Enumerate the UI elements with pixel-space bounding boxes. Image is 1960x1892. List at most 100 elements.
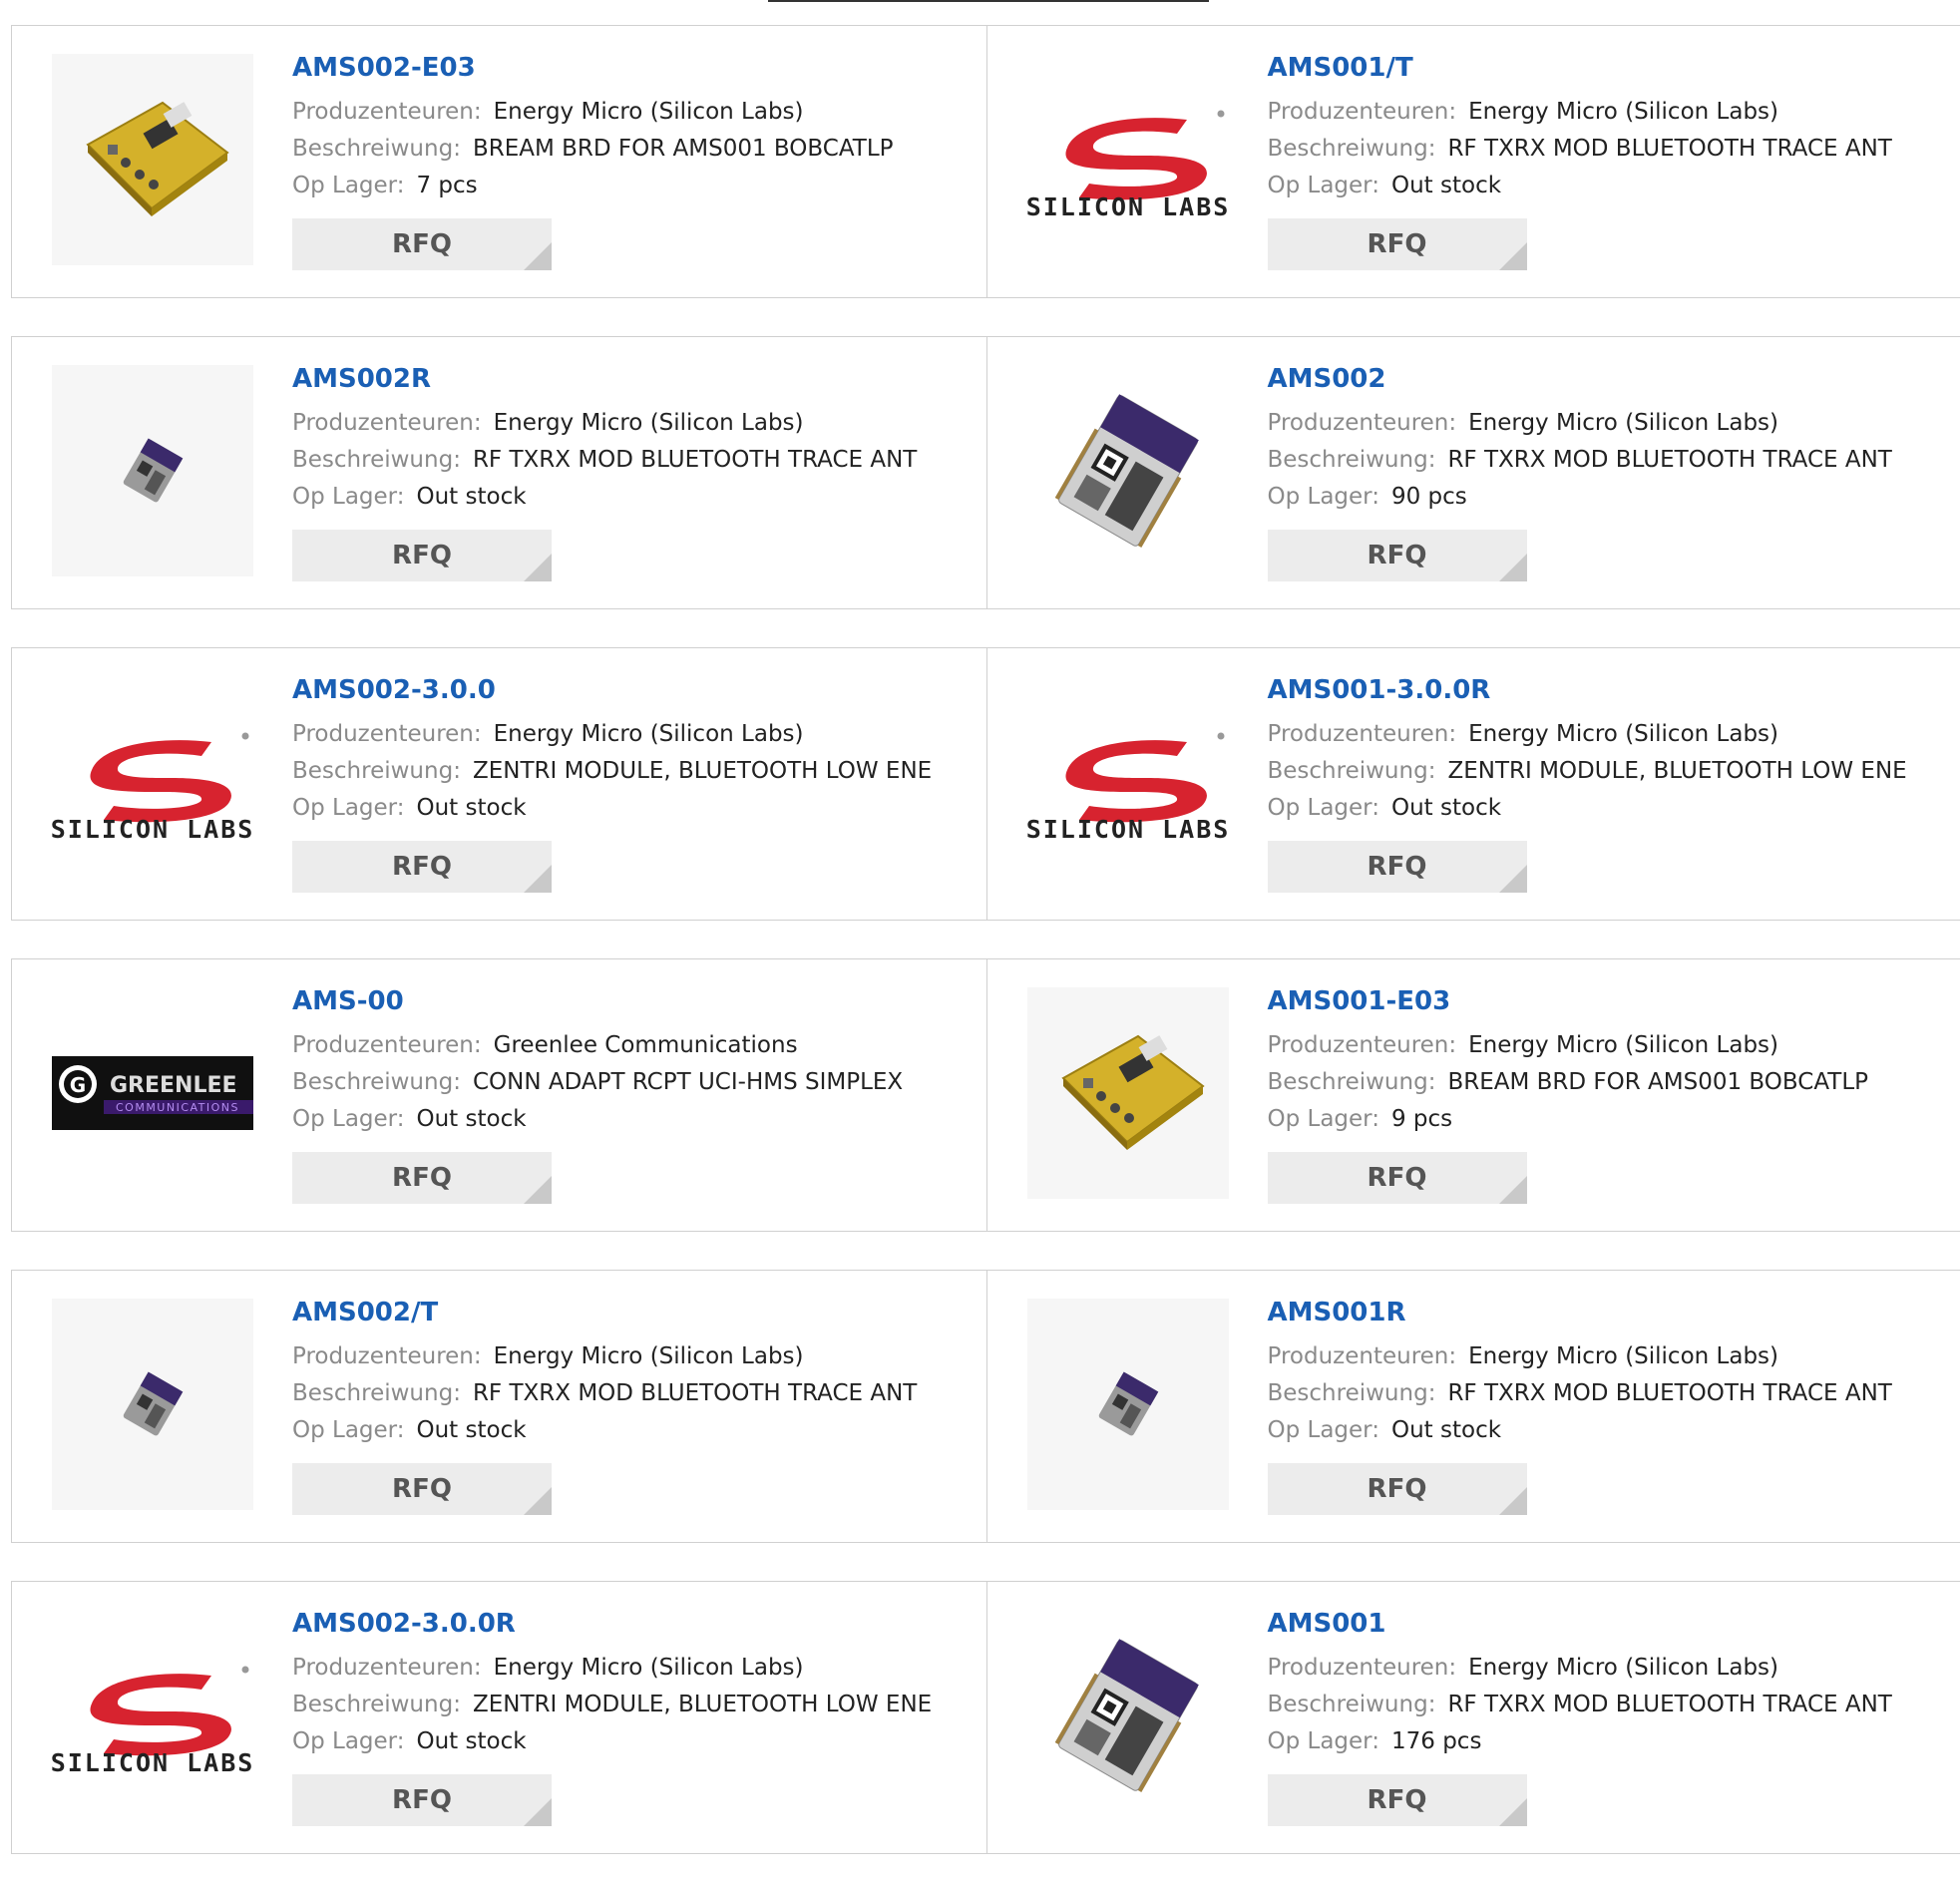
manufacturer-line: Produzenteuren:Energy Micro (Silicon Lab… [1268, 716, 1907, 753]
product-card: SILICON LABS AMS002-3.0.0R Produzenteure… [12, 1582, 986, 1853]
product-card: AMS002R Produzenteuren:Energy Micro (Sil… [12, 337, 986, 608]
rfq-corner-decoration [524, 554, 552, 581]
part-number-link[interactable]: AMS002/T [292, 1295, 917, 1330]
product-card: AMS002-E03 Produzenteuren: Energy Micro (… [12, 26, 986, 297]
description-label: Beschreiwung: [292, 1380, 461, 1406]
product-image[interactable]: SILICON LABS [52, 676, 253, 888]
manufacturer-value: Energy Micro (Silicon Labs) [494, 99, 804, 125]
manufacturer-line: Produzenteuren: Energy Micro (Silicon Lab… [292, 94, 894, 131]
stock-label: Op Lager: [292, 795, 404, 821]
rfq-button-label: RFQ [392, 1474, 452, 1504]
product-image[interactable]: SILICON LABS [1027, 54, 1229, 265]
rfq-button[interactable]: RFQ [292, 530, 552, 581]
product-image[interactable] [52, 54, 253, 265]
description-value: ZENTRI MODULE, BLUETOOTH LOW ENE [1447, 758, 1906, 784]
manufacturer-value: Energy Micro (Silicon Labs) [494, 1343, 804, 1369]
description-line: Beschreiwung:RF TXRX MOD BLUETOOTH TRACE… [1268, 1375, 1892, 1412]
manufacturer-line: Produzenteuren:Energy Micro (Silicon Lab… [292, 1650, 932, 1687]
description-label: Beschreiwung: [1268, 1380, 1436, 1406]
top-divider [768, 0, 1209, 2]
product-image[interactable]: SILICON LABS [1027, 676, 1229, 888]
rfq-button[interactable]: RFQ [1268, 530, 1527, 581]
silicon-labs-wordmark: SILICON LABS [1027, 815, 1229, 842]
rfq-corner-decoration [524, 865, 552, 893]
product-row: AMS002-E03 Produzenteuren: Energy Micro (… [11, 25, 1960, 298]
product-image[interactable]: G GREENLEE COMMUNICATIONS [52, 987, 253, 1199]
manufacturer-label: Produzenteuren: [292, 721, 482, 747]
part-number-link[interactable]: AMS-00 [292, 983, 903, 1019]
rfq-button-label: RFQ [1368, 541, 1427, 570]
description-line: Beschreiwung:BREAM BRD FOR AMS001 BOBCAT… [292, 131, 894, 168]
rfq-button-label: RFQ [1368, 229, 1427, 259]
rfq-button[interactable]: RFQ [1268, 1463, 1527, 1515]
rfq-button[interactable]: RFQ [292, 218, 552, 270]
manufacturer-value: Energy Micro (Silicon Labs) [1468, 1655, 1778, 1681]
bluetooth-module-icon [113, 1364, 193, 1444]
rfq-button[interactable]: RFQ [292, 1774, 552, 1826]
bluetooth-module-icon [1088, 1364, 1168, 1444]
stock-label: Op Lager: [292, 484, 404, 510]
manufacturer-label: Produzenteuren: [1268, 1343, 1457, 1369]
stock-line: Op Lager:7 pcs [292, 168, 894, 204]
rfq-button[interactable]: RFQ [292, 1463, 552, 1515]
manufacturer-value: Energy Micro (Silicon Labs) [1468, 1343, 1778, 1369]
part-number-link[interactable]: AMS002-3.0.0R [292, 1606, 932, 1642]
product-image[interactable] [1027, 1610, 1229, 1821]
description-line: Beschreiwung:ZENTRI MODULE, BLUETOOTH LO… [292, 753, 932, 790]
stock-label: Op Lager: [292, 173, 404, 198]
product-card: SILICON LABS AMS002-3.0.0 Produzenteuren… [12, 648, 986, 920]
rfq-button[interactable]: RFQ [292, 841, 552, 893]
product-image[interactable] [1027, 1299, 1229, 1510]
manufacturer-value: Energy Micro (Silicon Labs) [1468, 99, 1778, 125]
rfq-corner-decoration [1499, 1798, 1527, 1826]
product-card: AMS001R Produzenteuren: Energy Micro (Sil… [986, 1271, 1960, 1542]
product-card: G GREENLEE COMMUNICATIONS AMS-00 Produze… [12, 959, 986, 1231]
greenlee-logo-icon: G GREENLEE COMMUNICATIONS [52, 1056, 253, 1130]
description-label: Beschreiwung: [292, 136, 461, 162]
stock-label: Op Lager: [1268, 1106, 1379, 1132]
manufacturer-label: Produzenteuren: [292, 99, 482, 125]
rfq-corner-decoration [1499, 1176, 1527, 1204]
silicon-labs-logo-icon: SILICON LABS [52, 722, 253, 842]
manufacturer-line: Produzenteuren: Energy Micro (Silicon Lab… [1268, 1338, 1892, 1375]
product-info: AMS002-3.0.0R Produzenteuren:Energy Micr… [292, 1606, 932, 1826]
manufacturer-value: Energy Micro (Silicon Labs) [494, 721, 804, 747]
description-value: RF TXRX MOD BLUETOOTH TRACE ANT [473, 447, 917, 473]
silicon-labs-logo-icon: SILICON LABS [1027, 722, 1229, 842]
part-number-link[interactable]: AMS002R [292, 361, 917, 397]
part-number-link[interactable]: AMS001R [1268, 1295, 1892, 1330]
part-number-link[interactable]: AMS001 [1268, 1606, 1892, 1642]
rfq-button[interactable]: RFQ [1268, 218, 1527, 270]
stock-line: Op Lager:Out stock [292, 1723, 932, 1760]
silicon-labs-logo-icon: SILICON LABS [1027, 100, 1229, 219]
dev-board-icon [68, 85, 237, 234]
product-card: AMS002 Produzenteuren:Energy Micro (Sili… [986, 337, 1960, 608]
rfq-button[interactable]: RFQ [1268, 841, 1527, 893]
stock-line: Op Lager:Out stock [292, 1412, 917, 1449]
rfq-button[interactable]: RFQ [1268, 1774, 1527, 1826]
part-number-link[interactable]: AMS002 [1268, 361, 1892, 397]
description-value: ZENTRI MODULE, BLUETOOTH LOW ENE [473, 758, 932, 784]
dev-board-icon [1043, 1018, 1213, 1168]
description-line: Beschreiwung:RF TXRX MOD BLUETOOTH TRACE… [292, 1375, 917, 1412]
rfq-corner-decoration [524, 242, 552, 270]
product-image[interactable] [1027, 987, 1229, 1199]
product-image[interactable]: SILICON LABS [52, 1610, 253, 1821]
rfq-button-label: RFQ [392, 541, 452, 570]
rfq-button[interactable]: RFQ [292, 1152, 552, 1204]
product-image[interactable] [52, 365, 253, 576]
part-number-link[interactable]: AMS002-E03 [292, 50, 894, 86]
part-number-link[interactable]: AMS002-3.0.0 [292, 672, 932, 708]
product-image[interactable] [1027, 365, 1229, 576]
part-number-link[interactable]: AMS001-3.0.0R [1268, 672, 1907, 708]
product-image[interactable] [52, 1299, 253, 1510]
stock-label: Op Lager: [292, 1728, 404, 1754]
manufacturer-label: Produzenteuren: [292, 410, 482, 436]
rfq-button[interactable]: RFQ [1268, 1152, 1527, 1204]
stock-label: Op Lager: [1268, 173, 1379, 198]
description-line: Beschreiwung:ZENTRI MODULE, BLUETOOTH LO… [1268, 753, 1907, 790]
stock-line: Op Lager:Out stock [1268, 1412, 1892, 1449]
part-number-link[interactable]: AMS001-E03 [1268, 983, 1869, 1019]
description-value: BREAM BRD FOR AMS001 BOBCATLP [1447, 1069, 1868, 1095]
part-number-link[interactable]: AMS001/T [1268, 50, 1892, 86]
